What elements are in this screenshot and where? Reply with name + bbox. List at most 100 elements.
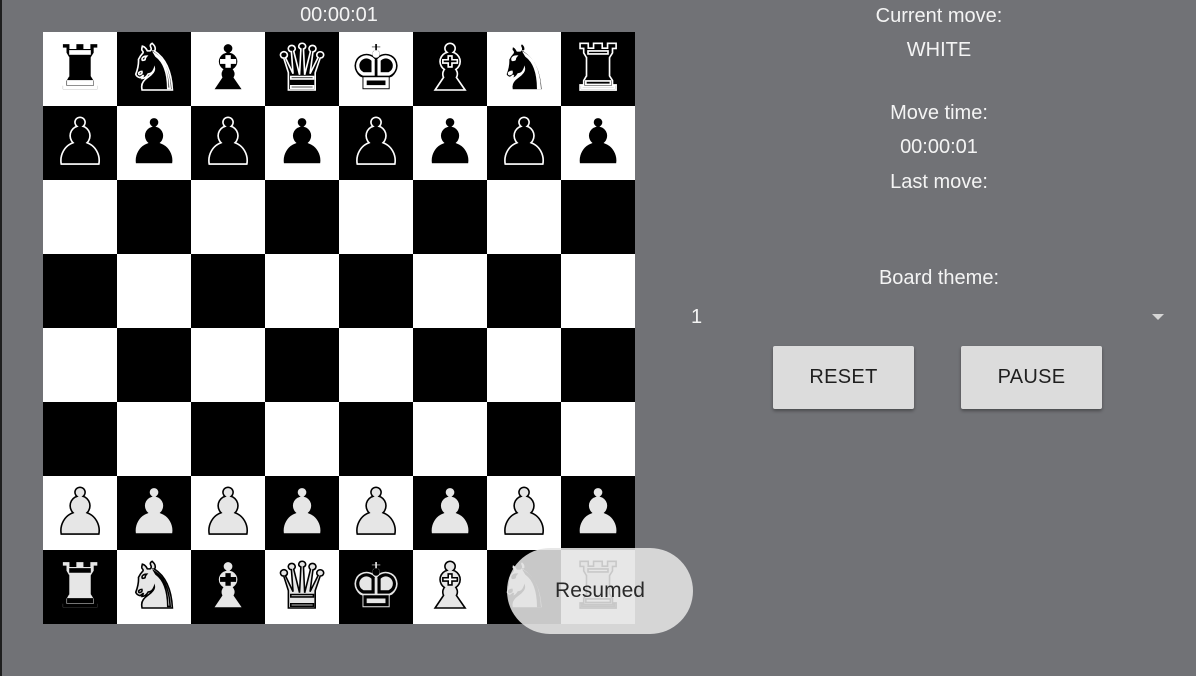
board-square[interactable] [487, 402, 561, 476]
black-rook-icon[interactable]: ♜︎ [569, 32, 628, 106]
board-square[interactable]: ♟︎ [117, 476, 191, 550]
black-king-icon[interactable]: ♚︎ [347, 32, 406, 106]
black-pawn-icon[interactable]: ♟︎ [495, 106, 554, 180]
board-square[interactable] [339, 402, 413, 476]
last-move-label: Last move: [890, 171, 988, 193]
board-square[interactable] [191, 180, 265, 254]
board-square[interactable]: ♟︎ [117, 106, 191, 180]
chess-board[interactable]: ♜︎ ♞︎ ♝︎ ♛︎ ♚︎ ♝︎ ♞︎ ♜︎ ♟︎ ♟︎ ♟︎ ♟︎ ♟︎ ♟︎ ♟︎ ♟︎ ♟︎ ♟︎ ♟︎ ♟︎… [43, 32, 635, 624]
board-square[interactable]: ♜︎ [561, 32, 635, 106]
board-square[interactable] [487, 328, 561, 402]
board-square[interactable]: ♟︎ [191, 106, 265, 180]
board-square[interactable] [561, 328, 635, 402]
board-square[interactable] [413, 180, 487, 254]
board-square[interactable]: ♟︎ [191, 476, 265, 550]
black-knight-icon[interactable]: ♞︎ [495, 32, 554, 106]
board-square[interactable]: ♝︎ [191, 32, 265, 106]
board-square[interactable] [265, 328, 339, 402]
board-square[interactable]: ♞︎ [487, 32, 561, 106]
black-pawn-icon[interactable]: ♟︎ [569, 106, 628, 180]
board-square[interactable] [339, 254, 413, 328]
board-square[interactable] [487, 180, 561, 254]
board-square[interactable]: ♟︎ [265, 106, 339, 180]
board-square[interactable]: ♟︎ [413, 476, 487, 550]
board-square[interactable]: ♞︎ [117, 32, 191, 106]
board-square[interactable] [191, 254, 265, 328]
board-square[interactable] [561, 254, 635, 328]
reset-button[interactable]: RESET [773, 346, 914, 409]
black-bishop-icon[interactable]: ♝︎ [421, 32, 480, 106]
board-square[interactable] [413, 328, 487, 402]
board-square[interactable] [339, 180, 413, 254]
board-square[interactable] [43, 402, 117, 476]
board-square[interactable] [339, 328, 413, 402]
board-square[interactable] [413, 254, 487, 328]
board-square[interactable] [265, 180, 339, 254]
board-square[interactable] [43, 328, 117, 402]
dropdown-arrow-icon[interactable] [1152, 314, 1164, 320]
board-square[interactable] [117, 328, 191, 402]
board-square[interactable]: ♜︎ [43, 550, 117, 624]
board-theme-dropdown[interactable]: 1 [682, 302, 1172, 332]
black-queen-icon[interactable]: ♛︎ [273, 32, 332, 106]
black-knight-icon[interactable]: ♞︎ [125, 32, 184, 106]
board-square[interactable] [191, 328, 265, 402]
move-time-label: Move time: [890, 102, 988, 124]
black-pawn-icon[interactable]: ♟︎ [199, 106, 258, 180]
black-pawn-icon[interactable]: ♟︎ [51, 106, 110, 180]
board-square[interactable]: ♟︎ [561, 476, 635, 550]
toast-text: Resumed [555, 579, 645, 602]
white-pawn-icon[interactable]: ♟︎ [199, 476, 258, 550]
white-queen-icon[interactable]: ♛︎ [273, 550, 332, 624]
board-square[interactable]: ♟︎ [265, 476, 339, 550]
board-square[interactable] [117, 254, 191, 328]
board-square[interactable]: ♝︎ [413, 32, 487, 106]
board-square[interactable]: ♝︎ [191, 550, 265, 624]
board-square[interactable] [117, 180, 191, 254]
board-square[interactable]: ♟︎ [339, 476, 413, 550]
white-bishop-icon[interactable]: ♝︎ [199, 550, 258, 624]
board-square[interactable]: ♟︎ [43, 106, 117, 180]
black-pawn-icon[interactable]: ♟︎ [273, 106, 332, 180]
board-square[interactable]: ♞︎ [117, 550, 191, 624]
white-pawn-icon[interactable]: ♟︎ [125, 476, 184, 550]
white-rook-icon[interactable]: ♜︎ [51, 550, 110, 624]
white-pawn-icon[interactable]: ♟︎ [569, 476, 628, 550]
black-pawn-icon[interactable]: ♟︎ [125, 106, 184, 180]
board-square[interactable] [43, 254, 117, 328]
white-pawn-icon[interactable]: ♟︎ [421, 476, 480, 550]
board-square[interactable]: ♜︎ [43, 32, 117, 106]
board-square[interactable] [413, 402, 487, 476]
board-square[interactable] [561, 402, 635, 476]
board-square[interactable]: ♟︎ [487, 106, 561, 180]
white-pawn-icon[interactable]: ♟︎ [51, 476, 110, 550]
white-pawn-icon[interactable]: ♟︎ [347, 476, 406, 550]
pause-button[interactable]: PAUSE [961, 346, 1102, 409]
white-king-icon[interactable]: ♚︎ [347, 550, 406, 624]
board-square[interactable]: ♟︎ [487, 476, 561, 550]
board-square[interactable]: ♟︎ [561, 106, 635, 180]
black-bishop-icon[interactable]: ♝︎ [199, 32, 258, 106]
board-square[interactable]: ♚︎ [339, 550, 413, 624]
black-rook-icon[interactable]: ♜︎ [51, 32, 110, 106]
black-pawn-icon[interactable]: ♟︎ [421, 106, 480, 180]
white-pawn-icon[interactable]: ♟︎ [273, 476, 332, 550]
white-knight-icon[interactable]: ♞︎ [125, 550, 184, 624]
white-pawn-icon[interactable]: ♟︎ [495, 476, 554, 550]
board-square[interactable] [43, 180, 117, 254]
board-square[interactable] [265, 402, 339, 476]
board-square[interactable]: ♝︎ [413, 550, 487, 624]
board-square[interactable] [265, 254, 339, 328]
board-square[interactable] [561, 180, 635, 254]
board-square[interactable]: ♛︎ [265, 32, 339, 106]
board-square[interactable]: ♟︎ [413, 106, 487, 180]
board-square[interactable]: ♟︎ [339, 106, 413, 180]
board-square[interactable] [487, 254, 561, 328]
board-square[interactable] [191, 402, 265, 476]
black-pawn-icon[interactable]: ♟︎ [347, 106, 406, 180]
board-square[interactable]: ♛︎ [265, 550, 339, 624]
board-square[interactable] [117, 402, 191, 476]
board-square[interactable]: ♟︎ [43, 476, 117, 550]
white-bishop-icon[interactable]: ♝︎ [421, 550, 480, 624]
board-square[interactable]: ♚︎ [339, 32, 413, 106]
